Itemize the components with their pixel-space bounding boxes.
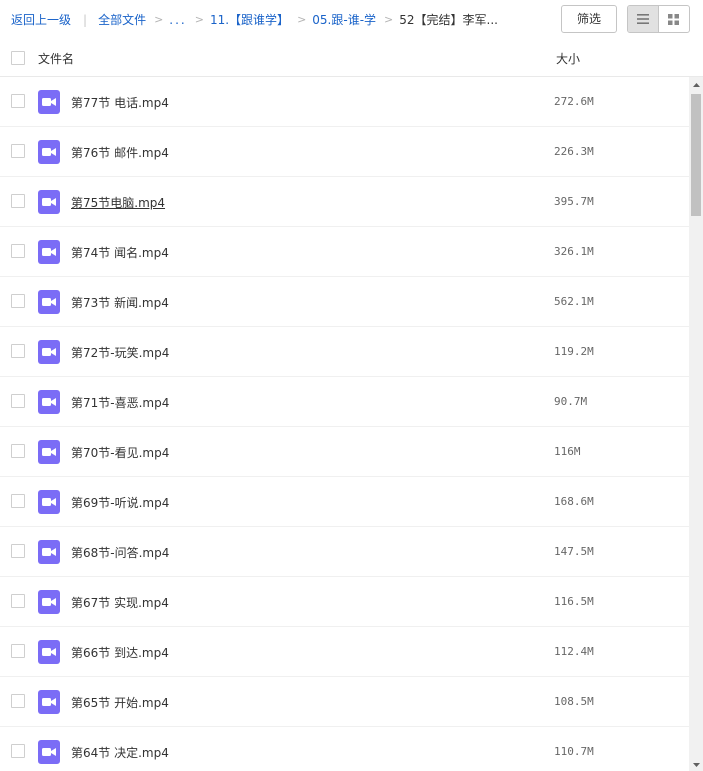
- file-size: 110.7M: [554, 745, 594, 758]
- scroll-thumb[interactable]: [691, 94, 701, 216]
- filter-button[interactable]: 筛选: [561, 5, 617, 33]
- row-checkbox[interactable]: [11, 294, 25, 308]
- file-size: 90.7M: [554, 395, 588, 408]
- file-name[interactable]: 第73节 新闻.mp4: [71, 294, 169, 311]
- row-checkbox[interactable]: [11, 444, 25, 458]
- row-checkbox[interactable]: [11, 144, 25, 158]
- list-view-button[interactable]: [628, 6, 659, 32]
- file-size: 562.1M: [554, 295, 594, 308]
- back-link[interactable]: 返回上一级: [11, 11, 71, 28]
- file-row[interactable]: 第72节-玩笑.mp4 119.2M: [0, 327, 689, 377]
- file-row[interactable]: 第71节-喜恶.mp4 90.7M: [0, 377, 689, 427]
- video-file-icon: [38, 740, 60, 764]
- row-checkbox[interactable]: [11, 644, 25, 658]
- breadcrumb-ellipsis[interactable]: ...: [169, 13, 186, 27]
- file-name[interactable]: 第69节-听说.mp4: [71, 494, 169, 511]
- video-file-icon: [38, 690, 60, 714]
- file-row[interactable]: 第65节 开始.mp4 108.5M: [0, 677, 689, 727]
- video-file-icon: [38, 290, 60, 314]
- top-bar: 返回上一级 | 全部文件 > ... > 11.【跟谁学】 > 05.跟-谁-学…: [0, 0, 703, 40]
- video-file-icon: [38, 140, 60, 164]
- breadcrumb-level2[interactable]: 05.跟-谁-学: [312, 11, 376, 28]
- file-name[interactable]: 第75节电脑.mp4: [71, 194, 165, 211]
- file-size: 226.3M: [554, 145, 594, 158]
- grid-view-button[interactable]: [659, 6, 689, 32]
- row-checkbox[interactable]: [11, 544, 25, 558]
- file-row[interactable]: 第76节 邮件.mp4 226.3M: [0, 127, 689, 177]
- file-row[interactable]: 第66节 到达.mp4 112.4M: [0, 627, 689, 677]
- video-file-icon: [38, 490, 60, 514]
- file-size: 116.5M: [554, 595, 594, 608]
- video-file-icon: [38, 240, 60, 264]
- row-checkbox[interactable]: [11, 744, 25, 758]
- file-name[interactable]: 第76节 邮件.mp4: [71, 144, 169, 161]
- file-name[interactable]: 第66节 到达.mp4: [71, 644, 169, 661]
- row-checkbox[interactable]: [11, 194, 25, 208]
- video-file-icon: [38, 90, 60, 114]
- video-file-icon: [38, 190, 60, 214]
- file-size: 147.5M: [554, 545, 594, 558]
- breadcrumb: 返回上一级 | 全部文件 > ... > 11.【跟谁学】 > 05.跟-谁-学…: [11, 11, 498, 28]
- video-file-icon: [38, 390, 60, 414]
- file-row[interactable]: 第67节 实现.mp4 116.5M: [0, 577, 689, 627]
- file-name[interactable]: 第65节 开始.mp4: [71, 694, 169, 711]
- row-checkbox[interactable]: [11, 394, 25, 408]
- file-name[interactable]: 第68节-问答.mp4: [71, 544, 169, 561]
- file-name[interactable]: 第74节 闻名.mp4: [71, 244, 169, 261]
- file-row[interactable]: 第77节 电话.mp4 272.6M: [0, 77, 689, 127]
- file-name[interactable]: 第67节 实现.mp4: [71, 594, 169, 611]
- video-file-icon: [38, 440, 60, 464]
- list-header: 文件名 大小: [0, 40, 703, 77]
- column-header-size[interactable]: 大小: [556, 50, 580, 67]
- file-size: 119.2M: [554, 345, 594, 358]
- file-row[interactable]: 第69节-听说.mp4 168.6M: [0, 477, 689, 527]
- file-size: 326.1M: [554, 245, 594, 258]
- file-name[interactable]: 第72节-玩笑.mp4: [71, 344, 169, 361]
- row-checkbox[interactable]: [11, 94, 25, 108]
- file-size: 168.6M: [554, 495, 594, 508]
- chevron-right-icon: >: [154, 13, 164, 26]
- video-file-icon: [38, 340, 60, 364]
- chevron-right-icon: >: [384, 13, 394, 26]
- file-size: 108.5M: [554, 695, 594, 708]
- file-row[interactable]: 第64节 决定.mp4 110.7M: [0, 727, 689, 771]
- list-view-icon: [636, 14, 649, 24]
- grid-view-icon: [668, 13, 680, 25]
- file-size: 112.4M: [554, 645, 594, 658]
- file-size: 395.7M: [554, 195, 594, 208]
- select-all-checkbox[interactable]: [11, 51, 25, 65]
- row-checkbox[interactable]: [11, 344, 25, 358]
- video-file-icon: [38, 640, 60, 664]
- column-header-name[interactable]: 文件名: [38, 50, 74, 67]
- breadcrumb-root[interactable]: 全部文件: [98, 11, 146, 28]
- file-name[interactable]: 第64节 决定.mp4: [71, 744, 169, 761]
- breadcrumb-current: 52【完结】李军...: [399, 13, 498, 27]
- file-name[interactable]: 第71节-喜恶.mp4: [71, 394, 169, 411]
- file-size: 116M: [554, 445, 581, 458]
- breadcrumb-divider: |: [83, 12, 88, 27]
- row-checkbox[interactable]: [11, 694, 25, 708]
- scrollbar[interactable]: [689, 77, 703, 771]
- row-checkbox[interactable]: [11, 594, 25, 608]
- video-file-icon: [38, 540, 60, 564]
- file-row[interactable]: 第74节 闻名.mp4 326.1M: [0, 227, 689, 277]
- file-name[interactable]: 第70节-看见.mp4: [71, 444, 169, 461]
- file-list: 第77节 电话.mp4 272.6M 第76节 邮件.mp4 226.3M 第75节电脑…: [0, 77, 689, 771]
- view-toggle: [627, 5, 690, 33]
- file-row[interactable]: 第70节-看见.mp4 116M: [0, 427, 689, 477]
- file-size: 272.6M: [554, 95, 594, 108]
- file-row[interactable]: 第75节电脑.mp4 395.7M: [0, 177, 689, 227]
- scroll-down-arrow-icon[interactable]: [689, 759, 703, 771]
- video-file-icon: [38, 590, 60, 614]
- file-row[interactable]: 第73节 新闻.mp4 562.1M: [0, 277, 689, 327]
- file-row[interactable]: 第68节-问答.mp4 147.5M: [0, 527, 689, 577]
- row-checkbox[interactable]: [11, 494, 25, 508]
- row-checkbox[interactable]: [11, 244, 25, 258]
- file-name[interactable]: 第77节 电话.mp4: [71, 94, 169, 111]
- scroll-up-arrow-icon[interactable]: [689, 79, 703, 91]
- chevron-right-icon: >: [194, 13, 204, 26]
- breadcrumb-level1[interactable]: 11.【跟谁学】: [210, 11, 289, 28]
- chevron-right-icon: >: [297, 13, 307, 26]
